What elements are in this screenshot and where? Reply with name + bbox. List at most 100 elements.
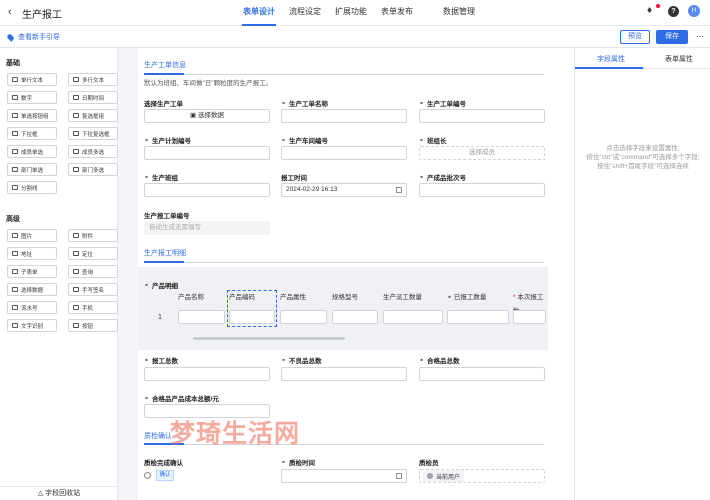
guide-link[interactable]: 查看新手引导 xyxy=(6,32,60,42)
advanced-component-6[interactable]: 选择数据 xyxy=(7,283,57,296)
basic-component-2[interactable]: 数字 xyxy=(7,91,57,104)
plan-no-input[interactable] xyxy=(144,146,270,160)
link-icon: ⚭ xyxy=(281,137,287,144)
basic-component-5[interactable]: 复选框组 xyxy=(68,109,118,122)
link-icon: ⚭ xyxy=(419,174,425,181)
component-label: 子表单 xyxy=(21,269,38,276)
order-name-input[interactable] xyxy=(281,109,407,123)
cell-dispatch-qty[interactable] xyxy=(383,310,443,324)
advanced-component-2[interactable]: 地址 xyxy=(7,247,57,260)
preview-button[interactable]: 预览 xyxy=(620,30,650,44)
qualified-input[interactable] xyxy=(419,367,545,381)
component-label: 部门单选 xyxy=(21,167,44,174)
advanced-component-9[interactable]: 手机 xyxy=(68,301,118,314)
basic-component-11[interactable]: 部门多选 xyxy=(68,163,118,176)
component-label: 下拉框 xyxy=(21,131,38,138)
report-no-input: 自动生成无需填写 xyxy=(144,221,270,235)
advanced-component-0[interactable]: 图片 xyxy=(7,229,57,242)
batch-no-input[interactable] xyxy=(419,183,545,197)
basic-group-title: 基础 xyxy=(6,60,20,67)
component-label: 多行文本 xyxy=(82,77,105,84)
link-icon: ⚭ xyxy=(447,295,453,301)
tab-form-design[interactable]: 表单设计 xyxy=(236,0,282,26)
total-input[interactable] xyxy=(144,367,270,381)
cell-spec[interactable] xyxy=(332,310,378,324)
recycle-bin-button[interactable]: △ 字段回收站 xyxy=(0,486,118,500)
workshop-no-input[interactable] xyxy=(281,146,407,160)
basic-component-8[interactable]: 成员单选 xyxy=(7,145,57,158)
hint-line: 点击选择字段来设置属性; xyxy=(606,145,680,152)
basic-component-10[interactable]: 部门单选 xyxy=(7,163,57,176)
label-qc-time: ⚭ 质检时间 xyxy=(281,457,315,468)
select-data-button[interactable]: ▣ 选择数据 xyxy=(144,109,270,123)
subtable-scrollbar[interactable] xyxy=(193,337,345,340)
tab-publish[interactable]: 表单发布 xyxy=(374,0,420,26)
sub-toolbar: 查看新手引导 预览 保存 ⋯ xyxy=(0,26,710,48)
component-label: 文字识别 xyxy=(21,323,44,330)
basic-component-6[interactable]: 下拉框 xyxy=(7,127,57,140)
label-subtable: ⚭ 产品明细 xyxy=(144,280,178,291)
workshop-no-label: 生产车间编号 xyxy=(289,138,329,145)
advanced-component-3[interactable]: 定位 xyxy=(68,247,118,260)
link-icon: ⚭ xyxy=(281,459,287,466)
team-leader-label: 班组长 xyxy=(427,138,447,145)
team-input[interactable] xyxy=(144,183,270,197)
order-no-input[interactable] xyxy=(419,109,545,123)
basic-component-1[interactable]: 多行文本 xyxy=(68,73,118,86)
advanced-component-11[interactable]: 按钮 xyxy=(68,319,118,332)
basic-component-0[interactable]: 单行文本 xyxy=(7,73,57,86)
label-defect: ⚭ 不良品总数 xyxy=(281,355,322,366)
component-icon xyxy=(73,287,79,292)
advanced-component-5[interactable]: 查询 xyxy=(68,265,118,278)
share-icon[interactable]: ⋯ xyxy=(696,32,704,41)
advanced-component-10[interactable]: 文字识别 xyxy=(7,319,57,332)
tab-field-properties[interactable]: 字段属性 xyxy=(597,54,625,64)
basic-component-12[interactable]: 分割线 xyxy=(7,181,57,194)
order-no-label: 生产工单编号 xyxy=(427,101,467,108)
tab-data-manage[interactable]: 数据管理 xyxy=(436,0,482,26)
component-icon xyxy=(73,269,79,274)
avatar[interactable]: H xyxy=(688,5,700,17)
defect-input[interactable] xyxy=(281,367,407,381)
cell-product-attr[interactable] xyxy=(280,310,327,324)
col-product-attr: 产品属性 xyxy=(280,294,306,301)
current-user-tag[interactable]: 当前用户 xyxy=(423,470,465,482)
advanced-component-7[interactable]: 手写签名 xyxy=(68,283,118,296)
total-label: 报工总数 xyxy=(152,358,179,365)
advanced-component-4[interactable]: 子表单 xyxy=(7,265,57,278)
cell-product-name[interactable] xyxy=(178,310,225,324)
advanced-component-8[interactable]: 流水号 xyxy=(7,301,57,314)
cell-product-code[interactable] xyxy=(229,310,275,324)
cell-current-qty[interactable] xyxy=(513,310,546,324)
component-icon xyxy=(73,305,79,310)
confirm-tag[interactable]: 确认 xyxy=(156,470,174,481)
link-icon: ⚭ xyxy=(419,100,425,107)
tab-form-properties[interactable]: 表单属性 xyxy=(665,54,693,64)
section-title-order-info: 生产工单信息 xyxy=(144,62,186,69)
basic-component-7[interactable]: 下拉复选框 xyxy=(68,127,118,140)
cell-reported-qty[interactable] xyxy=(447,310,509,324)
select-member-field[interactable]: 选择成员 xyxy=(419,146,545,160)
advanced-group-title: 高级 xyxy=(6,216,20,223)
confirm-radio[interactable] xyxy=(144,472,151,479)
label-plan-no: ⚭ 生产计划编号 xyxy=(144,135,191,146)
notification-bell-icon[interactable]: ♦ xyxy=(647,4,660,17)
advanced-component-1[interactable]: 附件 xyxy=(68,229,118,242)
help-icon[interactable]: ? xyxy=(668,5,679,17)
save-button[interactable]: 保存 xyxy=(656,30,688,44)
basic-component-4[interactable]: 单选按钮组 xyxy=(7,109,57,122)
component-label: 附件 xyxy=(82,233,94,240)
component-label: 手写签名 xyxy=(82,287,105,294)
back-chevron-icon[interactable]: ‹ xyxy=(8,6,12,18)
qc-time-input[interactable] xyxy=(281,469,407,483)
section-divider xyxy=(144,262,544,263)
report-time-input[interactable]: 2024-02-29 16:13 xyxy=(281,183,407,197)
tab-process[interactable]: 流程设定 xyxy=(282,0,328,26)
label-select-order: 选择生产工单 xyxy=(144,101,183,108)
label-report-time: 报工时间 xyxy=(281,175,307,182)
component-label: 分割线 xyxy=(21,185,38,192)
component-label: 复选框组 xyxy=(82,113,105,120)
basic-component-9[interactable]: 成员多选 xyxy=(68,145,118,158)
basic-component-3[interactable]: 日期时间 xyxy=(68,91,118,104)
tab-extensions[interactable]: 扩展功能 xyxy=(328,0,374,26)
